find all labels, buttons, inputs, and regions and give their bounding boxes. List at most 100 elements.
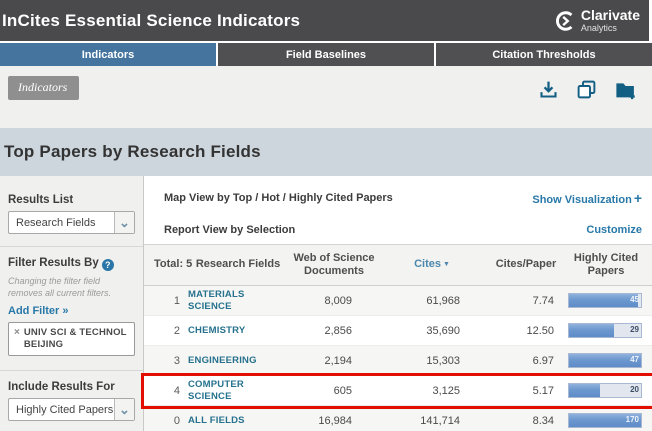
results-panel: Map View by Top / Hot / Highly Cited Pap… <box>144 176 652 431</box>
tab-indicators[interactable]: Indicators <box>0 43 216 66</box>
chevron-down-icon: ⌄ <box>114 399 134 420</box>
highly-cited-papers-bar: 20 <box>568 383 644 398</box>
table-row[interactable]: 2 CHEMISTRY 2,856 35,690 12.50 29 <box>144 316 652 346</box>
bar-fill <box>569 324 614 337</box>
column-header-highly-cited-papers[interactable]: Highly Cited Papers <box>568 252 644 278</box>
highly-cited-papers-bar: 29 <box>568 323 644 338</box>
report-view-label: Report View by Selection <box>164 224 295 236</box>
total-count: Total: 5 <box>154 258 188 271</box>
filter-results-label: Filter Results By? <box>8 257 135 271</box>
cites-value: 35,690 <box>380 325 484 337</box>
cites-value: 3,125 <box>380 385 484 397</box>
map-view-label: Map View by Top / Hot / Highly Cited Pap… <box>164 192 393 204</box>
logo-sub-text: Analytics <box>581 24 640 33</box>
table-row-highlighted[interactable]: 4 COMPUTER SCIENCE 605 3,125 5.17 20 <box>144 376 652 406</box>
table-row[interactable]: 1 MATERIALS SCIENCE 8,009 61,968 7.74 45 <box>144 286 652 316</box>
download-icon[interactable] <box>538 79 559 100</box>
filter-note: Changing the filter field removes all cu… <box>8 276 135 299</box>
docs-value: 2,194 <box>288 355 380 367</box>
results-list-select[interactable]: Research Fields ⌄ <box>8 211 135 234</box>
row-rank: 4 <box>154 385 188 397</box>
docs-value: 605 <box>288 385 380 397</box>
breadcrumb-row: Indicators <box>0 66 652 128</box>
show-visualization-link[interactable]: Show Visualization+ <box>532 190 642 206</box>
plus-icon: + <box>634 190 642 206</box>
bar-value: 170 <box>626 415 639 424</box>
table-row[interactable]: 3 ENGINEERING 2,194 15,303 6.97 47 <box>144 346 652 376</box>
row-rank: 2 <box>154 325 188 337</box>
include-results-select[interactable]: Highly Cited Papers ⌄ <box>8 398 135 421</box>
docs-value: 2,856 <box>288 325 380 337</box>
content: Results List Research Fields ⌄ Filter Re… <box>0 176 652 431</box>
tab-field-baselines[interactable]: Field Baselines <box>218 43 434 66</box>
cites-per-paper-value: 7.74 <box>484 295 568 307</box>
filter-chip-label: UNIV SCI & TECHNOL BEIJING <box>24 327 129 351</box>
highly-cited-papers-bar: 170 <box>568 413 644 428</box>
cites-per-paper-value: 5.17 <box>484 385 568 397</box>
cites-per-paper-value: 12.50 <box>484 325 568 337</box>
cites-per-paper-value: 6.97 <box>484 355 568 367</box>
research-field-link[interactable]: ALL FIELDS <box>188 415 288 426</box>
highly-cited-papers-bar: 47 <box>568 353 644 368</box>
column-header-cites[interactable]: Cites▼ <box>380 258 484 271</box>
app-title: InCites Essential Science Indicators <box>2 11 300 31</box>
sidebar-divider <box>0 246 143 247</box>
map-view-row: Map View by Top / Hot / Highly Cited Pap… <box>144 176 652 216</box>
app-header: InCites Essential Science Indicators Cla… <box>0 0 652 41</box>
page-title: Top Papers by Research Fields <box>4 142 261 162</box>
research-field-link[interactable]: COMPUTER SCIENCE <box>188 379 288 402</box>
include-results-value: Highly Cited Papers <box>9 399 114 420</box>
column-header-cites-per-paper[interactable]: Cites/Paper <box>484 258 568 271</box>
add-filter-link[interactable]: Add Filter » <box>8 305 135 317</box>
app-window: InCites Essential Science Indicators Cla… <box>0 0 652 431</box>
bar-track: 170 <box>568 413 642 428</box>
highly-cited-papers-bar: 45 <box>568 293 644 308</box>
row-rank: 3 <box>154 355 188 367</box>
customize-link[interactable]: Customize <box>586 224 642 236</box>
main-tabs: Indicators Field Baselines Citation Thre… <box>0 43 652 66</box>
research-field-link[interactable]: MATERIALS SCIENCE <box>188 289 288 312</box>
bar-value: 29 <box>630 325 639 334</box>
remove-filter-icon[interactable]: × <box>14 327 20 339</box>
report-view-row: Report View by Selection Customize <box>144 216 652 244</box>
table-header: Total: 5 Research Fields Web of Science … <box>144 244 652 286</box>
cites-value: 141,714 <box>380 415 484 427</box>
results-list-value: Research Fields <box>9 212 114 233</box>
breadcrumb[interactable]: Indicators <box>8 76 79 100</box>
chevron-down-icon: ⌄ <box>114 212 134 233</box>
toolbar <box>538 79 638 100</box>
page-title-band: Top Papers by Research Fields <box>0 128 652 176</box>
research-field-link[interactable]: CHEMISTRY <box>188 325 288 336</box>
column-header-wos-documents[interactable]: Web of Science Documents <box>288 252 380 278</box>
help-icon[interactable]: ? <box>102 259 114 271</box>
bar-value: 20 <box>630 385 639 394</box>
bar-track: 20 <box>568 383 642 398</box>
bar-track: 45 <box>568 293 642 308</box>
cites-value: 61,968 <box>380 295 484 307</box>
sidebar-divider <box>0 370 143 371</box>
bar-fill <box>569 384 600 397</box>
sidebar: Results List Research Fields ⌄ Filter Re… <box>0 176 144 431</box>
row-rank: 1 <box>154 295 188 307</box>
tab-citation-thresholds[interactable]: Citation Thresholds <box>436 43 652 66</box>
include-results-label: Include Results For <box>8 381 135 393</box>
cites-value: 15,303 <box>380 355 484 367</box>
table-row[interactable]: 0 ALL FIELDS 16,984 141,714 8.34 170 <box>144 406 652 431</box>
bar-value: 47 <box>630 355 639 364</box>
sort-desc-icon: ▼ <box>443 261 450 268</box>
docs-value: 8,009 <box>288 295 380 307</box>
column-header-research-fields[interactable]: Research Fields <box>188 258 288 271</box>
bar-fill <box>569 294 638 307</box>
bar-track: 47 <box>568 353 642 368</box>
results-list-label: Results List <box>8 194 135 206</box>
print-icon[interactable] <box>576 79 597 100</box>
clarivate-logo: Clarivate Analytics <box>554 8 640 33</box>
research-field-link[interactable]: ENGINEERING <box>188 355 288 366</box>
filter-chip: × UNIV SCI & TECHNOL BEIJING <box>8 322 135 356</box>
clarivate-icon <box>554 10 576 32</box>
logo-brand-text: Clarivate <box>581 8 640 22</box>
bar-value: 45 <box>630 295 639 304</box>
add-to-folder-icon[interactable] <box>614 79 638 100</box>
cites-per-paper-value: 8.34 <box>484 415 568 427</box>
bar-track: 29 <box>568 323 642 338</box>
